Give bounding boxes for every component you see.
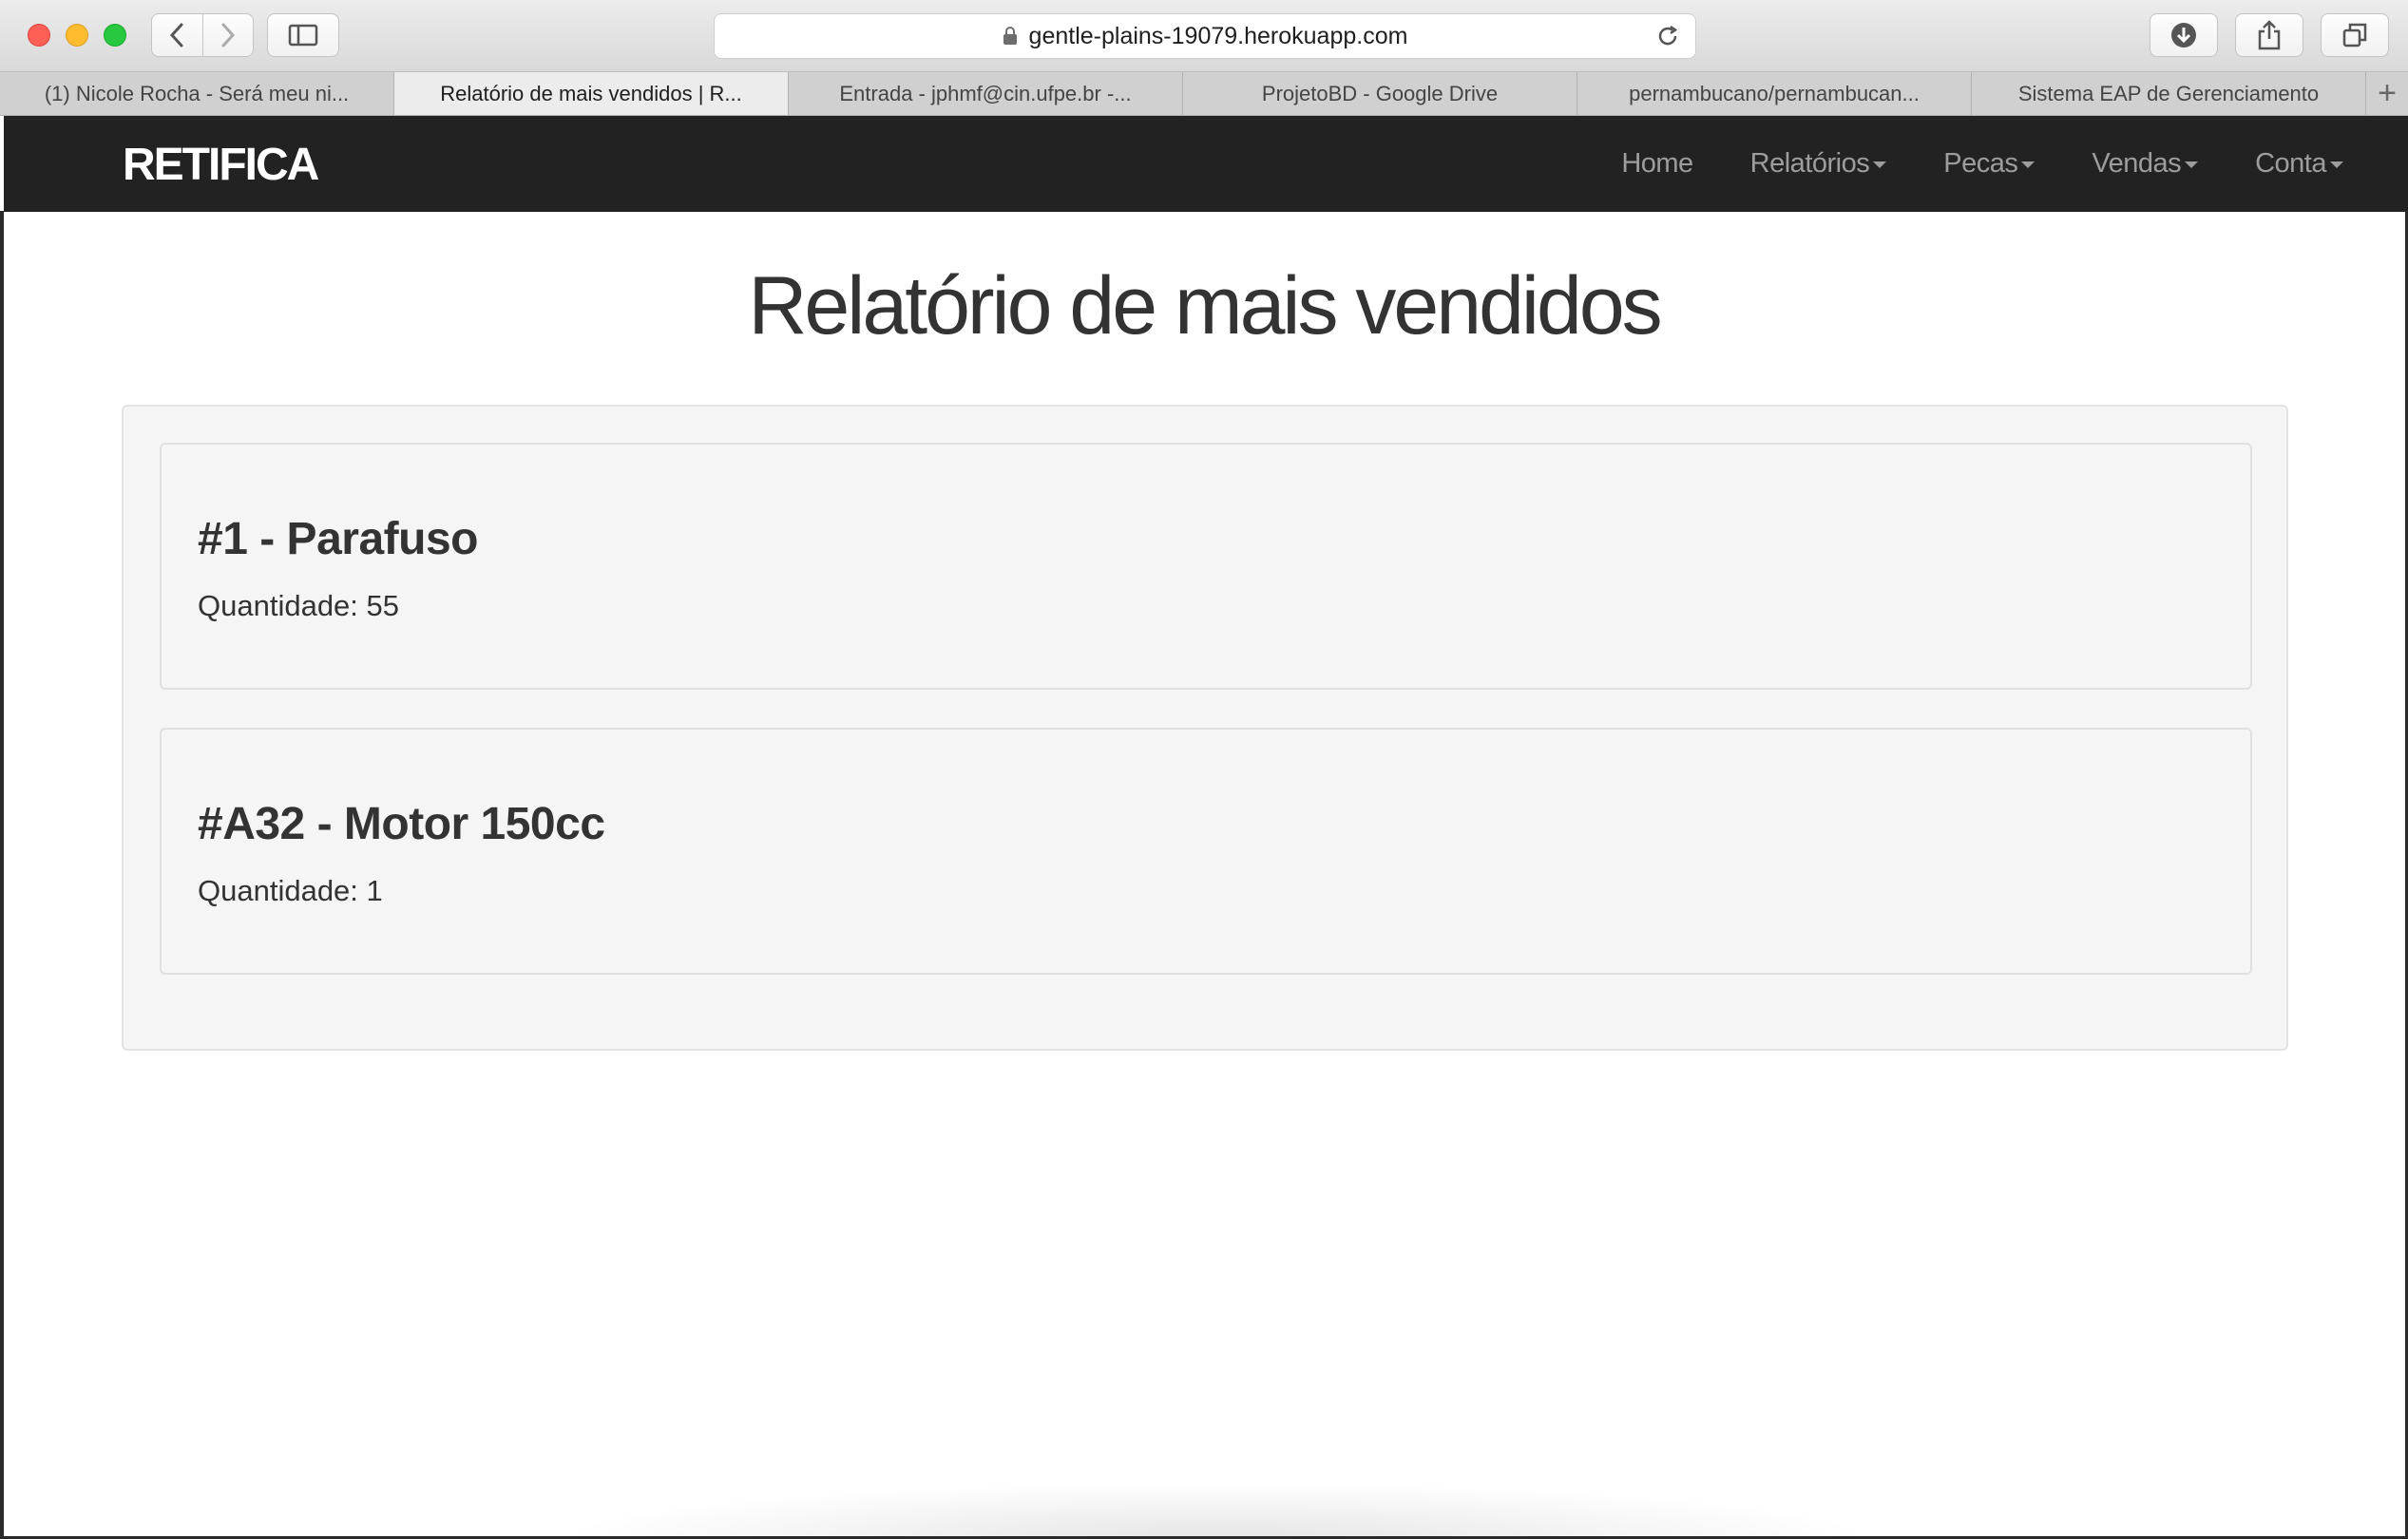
tab-sistema-eap[interactable]: Sistema EAP de Gerenciamento <box>1972 72 2366 115</box>
caret-down-icon <box>1873 162 1887 168</box>
site-navbar: RETIFICA Home Relatórios Pecas Vendas Co… <box>4 116 2408 212</box>
zoom-window-button[interactable] <box>104 24 126 47</box>
nav-relatorios-dropdown[interactable]: Relatórios <box>1750 148 1887 180</box>
item-quantity: Quantidade: 1 <box>198 874 383 907</box>
close-window-button[interactable] <box>28 24 50 47</box>
brand-logo[interactable]: RETIFICA <box>123 139 319 191</box>
nav-conta-dropdown[interactable]: Conta <box>2255 148 2343 180</box>
item-title: #1 - Parafuso <box>198 514 478 564</box>
report-container: #1 - Parafuso Quantidade: 55 #A32 - Moto… <box>122 405 2288 1051</box>
chevron-right-icon <box>221 23 235 48</box>
downloads-button[interactable] <box>2150 13 2218 57</box>
nav-relatorios-label: Relatórios <box>1749 148 1870 179</box>
page-title: Relatório de mais vendidos <box>748 260 1662 352</box>
report-item-card: #1 - Parafuso Quantidade: 55 <box>160 443 2252 690</box>
item-title: #A32 - Motor 150cc <box>198 799 605 849</box>
forward-button[interactable] <box>201 14 254 56</box>
sidebar-toggle-button[interactable] <box>267 13 339 57</box>
nav-conta-label: Conta <box>2255 148 2326 179</box>
chevron-left-icon <box>170 23 183 48</box>
tab-bar: (1) Nicole Rocha - Será meu ni... Relató… <box>0 72 2408 116</box>
minimize-window-button[interactable] <box>66 24 88 47</box>
download-icon <box>2171 23 2196 48</box>
new-tab-button[interactable]: + <box>2366 72 2408 115</box>
tab-entrada[interactable]: Entrada - jphmf@cin.ufpe.br -... <box>789 72 1183 115</box>
share-button[interactable] <box>2235 13 2303 57</box>
caret-down-icon <box>2330 162 2343 168</box>
reload-icon[interactable] <box>1655 24 1680 53</box>
tab-overview-button[interactable] <box>2321 13 2389 57</box>
report-item-card: #A32 - Motor 150cc Quantidade: 1 <box>160 728 2252 975</box>
nav-home-label: Home <box>1621 148 1693 179</box>
url-text: gentle-plains-19079.herokuapp.com <box>1028 22 1408 49</box>
nav-home[interactable]: Home <box>1621 148 1693 180</box>
item-quantity: Quantidade: 55 <box>198 589 400 622</box>
nav-vendas-dropdown[interactable]: Vendas <box>2092 148 2199 180</box>
tabs-icon <box>2342 23 2367 48</box>
sidebar-icon <box>288 24 318 47</box>
tab-nicole-rocha[interactable]: (1) Nicole Rocha - Será meu ni... <box>0 72 394 115</box>
tab-relatorio[interactable]: Relatório de mais vendidos | R... <box>394 72 789 115</box>
window-edge <box>0 211 4 1539</box>
tab-projetobd[interactable]: ProjetoBD - Google Drive <box>1183 72 1577 115</box>
caret-down-icon <box>2185 162 2199 168</box>
nav-menu: Home Relatórios Pecas Vendas Conta <box>1564 116 2343 212</box>
tab-pernambucano[interactable]: pernambucano/pernambucan... <box>1577 72 1972 115</box>
history-nav <box>151 13 254 57</box>
nav-pecas-label: Pecas <box>1943 148 2018 179</box>
bottom-shadow <box>551 1482 1882 1539</box>
browser-toolbar: gentle-plains-19079.herokuapp.com <box>0 0 2408 72</box>
back-button[interactable] <box>152 14 202 56</box>
lock-icon <box>1003 27 1017 45</box>
share-icon <box>2258 20 2281 50</box>
nav-pecas-dropdown[interactable]: Pecas <box>1943 148 2035 180</box>
caret-down-icon <box>2021 162 2035 168</box>
address-bar[interactable]: gentle-plains-19079.herokuapp.com <box>714 13 1696 59</box>
nav-vendas-label: Vendas <box>2092 148 2182 179</box>
